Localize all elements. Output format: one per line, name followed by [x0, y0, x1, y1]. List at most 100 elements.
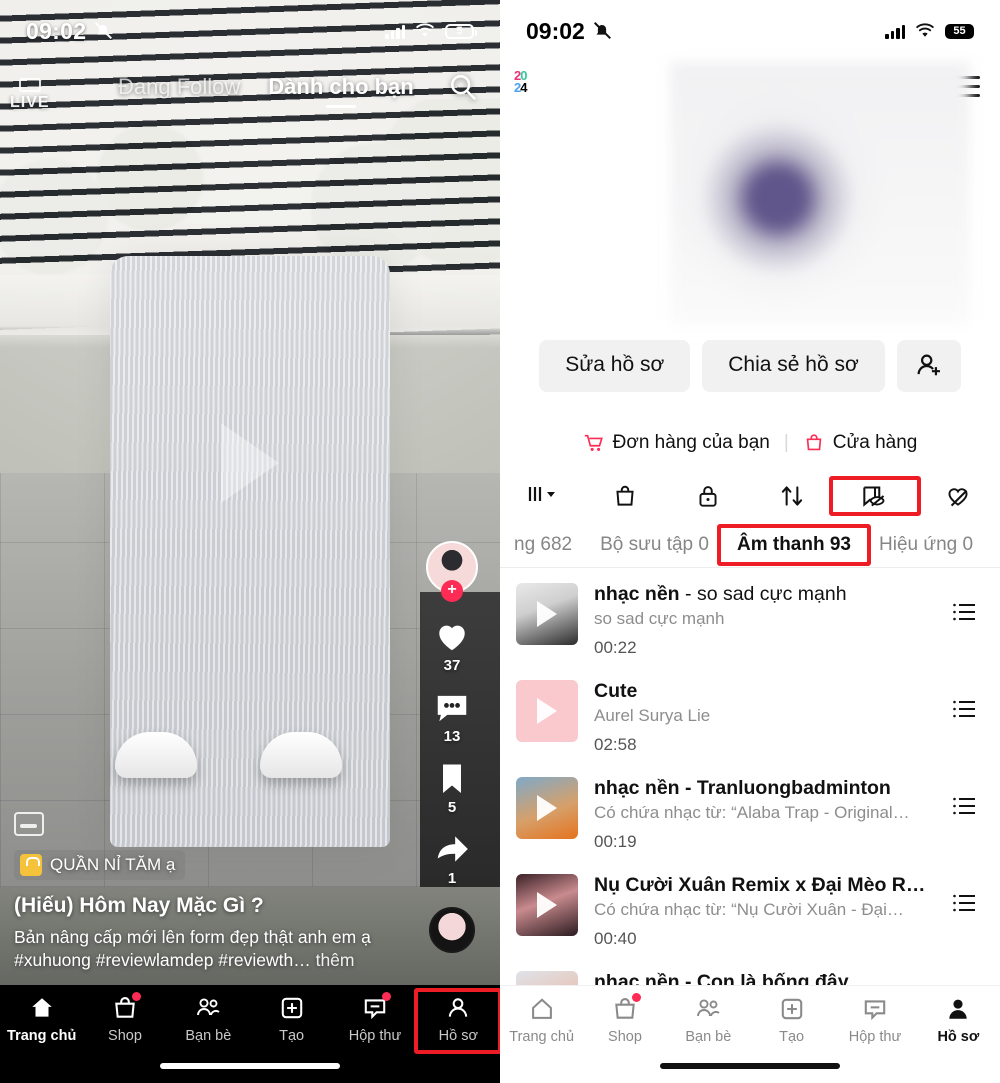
sound-list[interactable]: nhạc nền - so sad cực mạnh so sad cực mạ…	[500, 572, 1000, 985]
add-person-icon	[917, 354, 940, 376]
caption-title: (Hiếu) Hôm Nay Mặc Gì ?	[14, 893, 264, 917]
add-person-button[interactable]	[896, 340, 961, 392]
video-thumbnail-icon[interactable]	[14, 811, 44, 836]
your-orders-link[interactable]: Đơn hàng của bạn	[583, 432, 770, 454]
nav-shop[interactable]: Shop	[583, 993, 666, 1045]
home-icon	[529, 994, 555, 1024]
sound-thumbnail[interactable]	[516, 874, 578, 936]
sound-title-rest: - so sad cực mạnh	[679, 583, 847, 605]
list-menu-icon	[953, 894, 975, 912]
battery-level: 55	[953, 25, 966, 37]
caption-desc-line1: Bản nâng cấp mới lên form đẹp thật anh e…	[14, 926, 371, 947]
bookmark-count: 5	[447, 799, 457, 816]
sound-info: nhạc nền - Tranluongbadminton Có chứa nh…	[594, 777, 936, 852]
nav-tao[interactable]: Tạo	[250, 993, 333, 1044]
tab-dang-follow[interactable]: Đang Follow	[118, 74, 240, 108]
tab-am-thanh[interactable]: Âm thanh 93	[723, 534, 865, 556]
shop-links-row: Đơn hàng của bạn | Cửa hàng	[500, 432, 1000, 454]
sound-thumbnail[interactable]	[516, 680, 578, 742]
like-button[interactable]: 37	[432, 617, 472, 674]
nav-trang-chu[interactable]: Trang chủ	[0, 993, 83, 1044]
video-caption: QUẦN NỈ TĂM ạ (Hiếu) Hôm Nay Mặc Gì ? Bả…	[14, 811, 414, 973]
private-tab[interactable]	[667, 482, 750, 510]
list-menu-icon	[953, 797, 975, 815]
play-triangle-icon[interactable]	[221, 422, 279, 503]
repost-tab[interactable]	[750, 482, 833, 510]
person-filled-icon	[945, 994, 971, 1024]
author-avatar[interactable]: +	[426, 541, 478, 602]
caption-more-link[interactable]: thêm	[316, 950, 355, 970]
sound-title: nhạc nền - Con là bống đây	[594, 971, 936, 985]
tab-bo-suu-tap[interactable]: Bộ sưu tập 0	[586, 534, 723, 556]
nav-shop[interactable]: Shop	[83, 992, 166, 1044]
shop-tab[interactable]	[583, 482, 666, 510]
comment-icon	[437, 695, 467, 722]
sound-subtitle: Có chứa nhạc từ: “Alaba Trap - Original…	[594, 803, 910, 822]
follow-plus-button[interactable]: +	[441, 580, 463, 602]
sound-menu-button[interactable]	[952, 583, 982, 623]
list-item[interactable]: nhạc nền - Tranluongbadminton Có chứa nh…	[500, 766, 1000, 863]
tab-san-pham[interactable]: Sản phẩ	[987, 534, 1000, 556]
search-button[interactable]	[448, 72, 478, 102]
plus-box-icon	[279, 993, 305, 1023]
live-button[interactable]: LIVE	[10, 78, 50, 112]
nav-ho-so[interactable]: Hồ sơ	[417, 993, 500, 1044]
home-icon	[29, 993, 55, 1023]
hidden-post-icon	[863, 486, 885, 507]
sound-duration: 00:40	[594, 929, 637, 948]
live-tv-icon	[18, 78, 41, 92]
nav-ban-be[interactable]: Bạn bè	[667, 994, 750, 1045]
nav-ho-so[interactable]: Hồ sơ	[917, 994, 1000, 1045]
music-disc[interactable]	[429, 907, 475, 953]
hidden-posts-tab[interactable]	[833, 482, 916, 510]
bookmark-button[interactable]: 5	[434, 759, 470, 816]
tab-hieu-ung[interactable]: Hiệu ứng 0	[865, 534, 987, 556]
list-item[interactable]: Cute Aurel Surya Lie 02:58	[500, 669, 1000, 766]
share-button[interactable]: 1	[432, 830, 472, 887]
sound-thumbnail[interactable]	[516, 971, 578, 985]
list-item[interactable]: Nụ Cười Xuân Remix x Đại Mèo R… Có chứa …	[500, 863, 1000, 960]
sound-title: nhạc nền - so sad cực mạnh	[594, 583, 936, 606]
nav-ban-be[interactable]: Bạn bè	[167, 993, 250, 1044]
list-item[interactable]: nhạc nền - Con là bống đây Con là bống đ…	[500, 960, 1000, 985]
tab-danh-cho-ban[interactable]: Dành cho bạn	[268, 74, 413, 108]
shop-product-tag[interactable]: QUẦN NỈ TĂM ạ	[14, 849, 186, 880]
share-arrow-icon	[437, 836, 468, 862]
edit-profile-button[interactable]: Sửa hồ sơ	[539, 340, 691, 392]
sound-menu-button[interactable]	[952, 680, 982, 720]
sound-title-bold: nhạc nền - Tranluongbadminton	[594, 777, 891, 799]
battery-icon: 55	[945, 23, 977, 39]
sound-menu-button[interactable]	[952, 777, 982, 817]
liked-hidden-tab[interactable]	[917, 482, 1000, 510]
list-item[interactable]: nhạc nền - so sad cực mạnh so sad cực mạ…	[500, 572, 1000, 669]
nav-label: Tạo	[279, 1028, 305, 1044]
sound-info: Cute Aurel Surya Lie 02:58	[594, 680, 936, 755]
nav-trang-chu[interactable]: Trang chủ	[500, 994, 583, 1045]
nav-hop-thu[interactable]: Hộp thư	[333, 992, 416, 1044]
sound-thumbnail[interactable]	[516, 583, 578, 645]
nav-label: Hồ sơ	[937, 1029, 980, 1045]
sound-menu-button[interactable]	[952, 971, 982, 985]
videos-grid-tab[interactable]	[500, 483, 583, 509]
tab-videos[interactable]: ng 682	[500, 534, 586, 556]
share-profile-button[interactable]: Chia sẻ hồ sơ	[702, 340, 885, 392]
shop-bag-icon	[20, 853, 42, 876]
sound-menu-button[interactable]	[952, 874, 982, 914]
home-indicator	[160, 1063, 340, 1069]
nav-hop-thu[interactable]: Hộp thư	[833, 994, 916, 1045]
sound-title-bold: Cute	[594, 680, 638, 702]
nav-tao[interactable]: Tạo	[750, 994, 833, 1045]
tiktok-feed-screen: 09:02 5 LIVE Đang Follow Dành cho bạn + …	[0, 0, 500, 1083]
sound-thumbnail[interactable]	[516, 777, 578, 839]
sound-title: Cute	[594, 680, 936, 703]
status-indicators: 55	[885, 23, 977, 39]
store-link[interactable]: Cửa hàng	[803, 432, 917, 454]
status-indicators: 5	[385, 23, 477, 39]
shop-badge-dot	[631, 993, 641, 1002]
wifi-icon	[415, 23, 435, 37]
heart-icon	[439, 625, 465, 651]
bookmark-icon	[443, 764, 461, 793]
shop-bag-icon	[616, 485, 634, 506]
comment-button[interactable]: 13	[432, 688, 472, 745]
sound-subtitle: Aurel Surya Lie	[594, 706, 711, 725]
